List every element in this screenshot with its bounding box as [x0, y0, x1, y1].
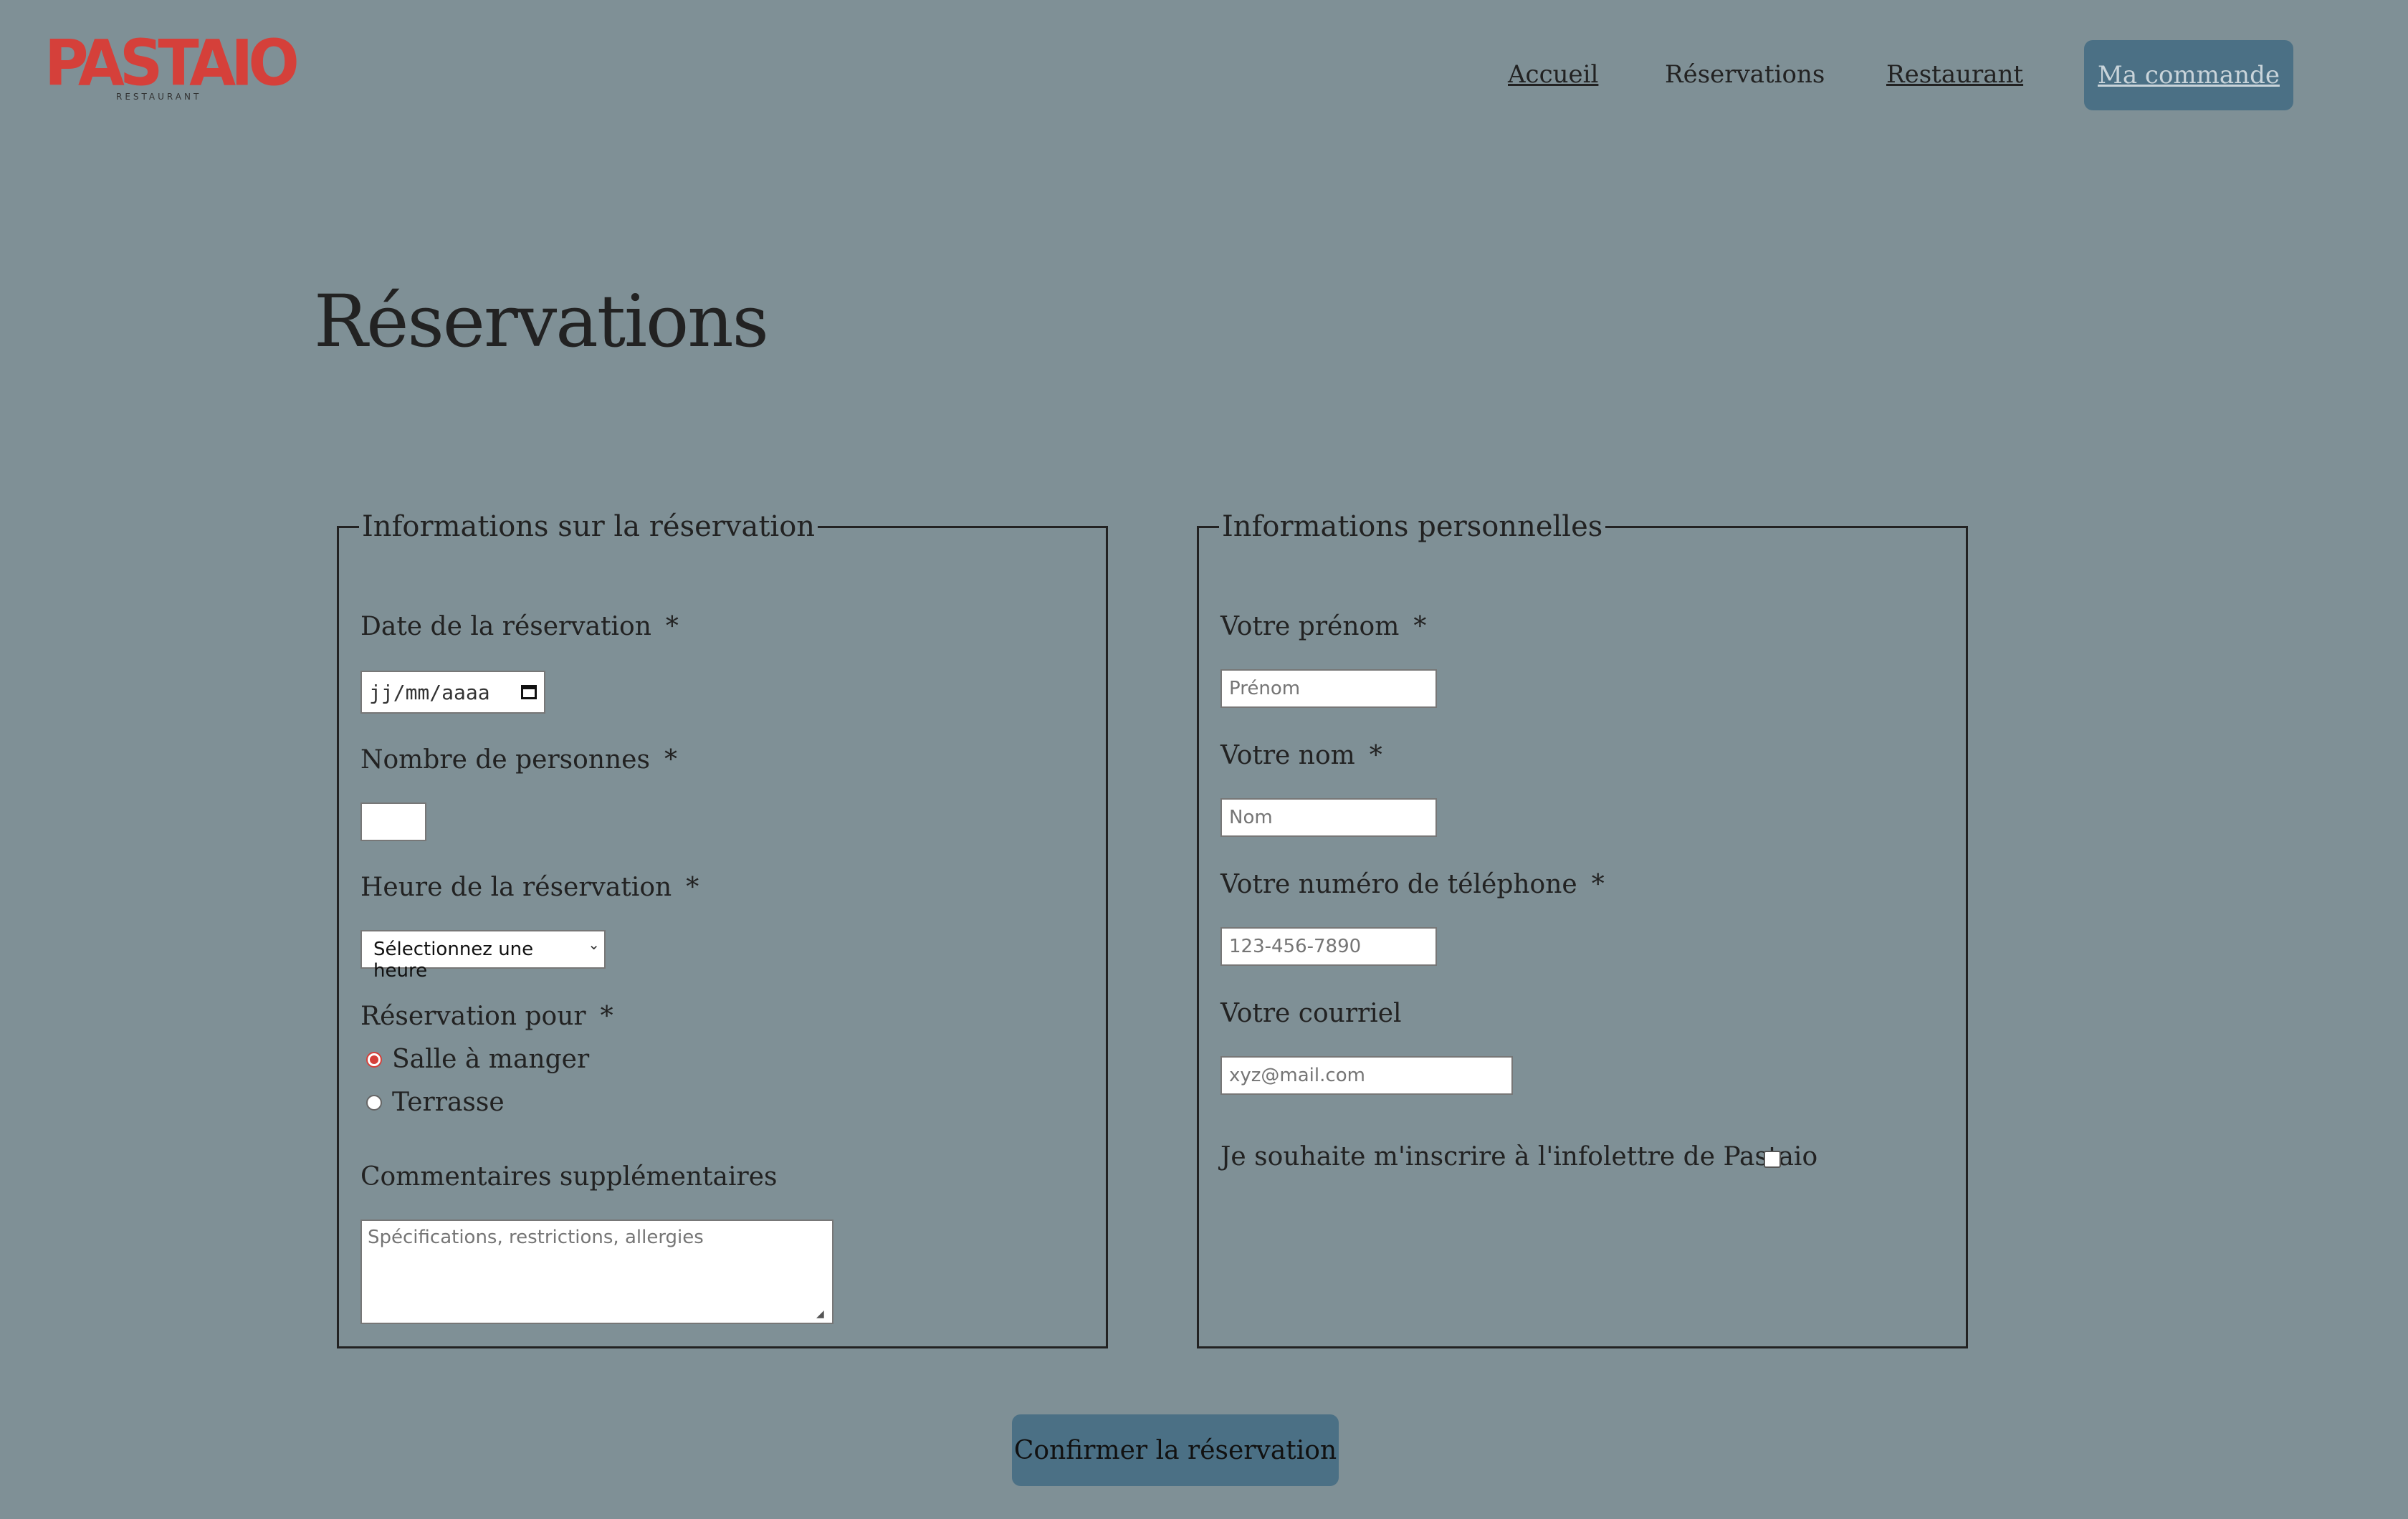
radio-button-selected[interactable] [366, 1051, 382, 1068]
phone-label: Votre numéro de téléphone [1220, 870, 1577, 899]
phone-input[interactable] [1220, 927, 1437, 966]
date-label-row: Date de la réservation * [360, 612, 679, 641]
comments-label-row: Commentaires supplémentaires [360, 1162, 777, 1192]
required-mark: * [686, 873, 699, 902]
people-label-row: Nombre de personnes * [360, 745, 677, 775]
resize-handle-icon[interactable]: ◢ [816, 1308, 824, 1320]
confirm-reservation-button[interactable]: Confirmer la réservation [1012, 1414, 1339, 1486]
main-nav: Accueil Réservations Restaurant Ma comma… [0, 40, 2408, 112]
nav-link-restaurant[interactable]: Restaurant [1886, 60, 2023, 89]
reservation-info-legend: Informations sur la réservation [362, 510, 816, 543]
newsletter-row: Je souhaite m'inscrire à l'infolettre de… [1220, 1142, 1817, 1171]
required-mark: * [1591, 870, 1605, 899]
date-input[interactable]: jj/mm/aaaa [360, 671, 545, 714]
email-input[interactable] [1220, 1056, 1513, 1095]
time-label-row: Heure de la réservation * [360, 873, 699, 902]
firstname-label-row: Votre prénom * [1220, 612, 1426, 641]
required-mark: * [665, 612, 679, 641]
newsletter-checkbox[interactable] [1764, 1151, 1781, 1168]
required-mark: * [1369, 741, 1382, 770]
my-order-button[interactable]: Ma commande [2084, 40, 2293, 110]
time-select-value: Sélectionnez une heure [360, 930, 606, 982]
for-label-row: Réservation pour * [360, 1002, 613, 1031]
date-placeholder: jj/mm/aaaa [369, 680, 490, 704]
newsletter-label: Je souhaite m'inscrire à l'infolettre de… [1220, 1142, 1818, 1171]
lastname-label-row: Votre nom * [1220, 741, 1382, 770]
time-select[interactable]: Sélectionnez une heure ⌄ [360, 930, 606, 982]
nav-link-reservations[interactable]: Réservations [1665, 60, 1825, 89]
required-mark: * [600, 1002, 613, 1031]
date-label: Date de la réservation [360, 612, 651, 641]
reservation-info-fieldset: Informations sur la réservation Date de … [337, 510, 1108, 1348]
page-title: Réservations [314, 279, 769, 363]
firstname-label: Votre prénom [1220, 612, 1400, 641]
personal-info-legend: Informations personnelles [1222, 510, 1603, 543]
comments-label: Commentaires supplémentaires [360, 1162, 778, 1192]
radio-dining-room[interactable]: Salle à manger [366, 1045, 589, 1074]
comments-textarea[interactable] [360, 1219, 833, 1324]
firstname-input[interactable] [1220, 669, 1437, 708]
lastname-input[interactable] [1220, 798, 1437, 837]
phone-label-row: Votre numéro de téléphone * [1220, 870, 1605, 899]
radio-label-terrace: Terrasse [392, 1088, 505, 1117]
personal-info-fieldset: Informations personnelles Votre prénom * … [1197, 510, 1968, 1348]
chevron-down-icon: ⌄ [588, 936, 600, 953]
required-mark: * [1413, 612, 1427, 641]
my-order-label: Ma commande [2098, 61, 2280, 90]
required-mark: * [664, 745, 677, 775]
time-label: Heure de la réservation [360, 873, 672, 902]
reservation-for-label: Réservation pour [360, 1002, 586, 1031]
radio-terrace[interactable]: Terrasse [366, 1088, 505, 1117]
calendar-icon[interactable] [521, 685, 537, 699]
nav-link-home[interactable]: Accueil [1508, 60, 1598, 89]
email-label: Votre courriel [1220, 999, 1402, 1028]
lastname-label: Votre nom [1220, 741, 1355, 770]
email-label-row: Votre courriel [1220, 999, 1402, 1028]
radio-label-dining-room: Salle à manger [392, 1045, 590, 1074]
people-count-input[interactable] [360, 802, 426, 841]
people-label: Nombre de personnes [360, 745, 650, 775]
radio-button[interactable] [366, 1094, 382, 1111]
